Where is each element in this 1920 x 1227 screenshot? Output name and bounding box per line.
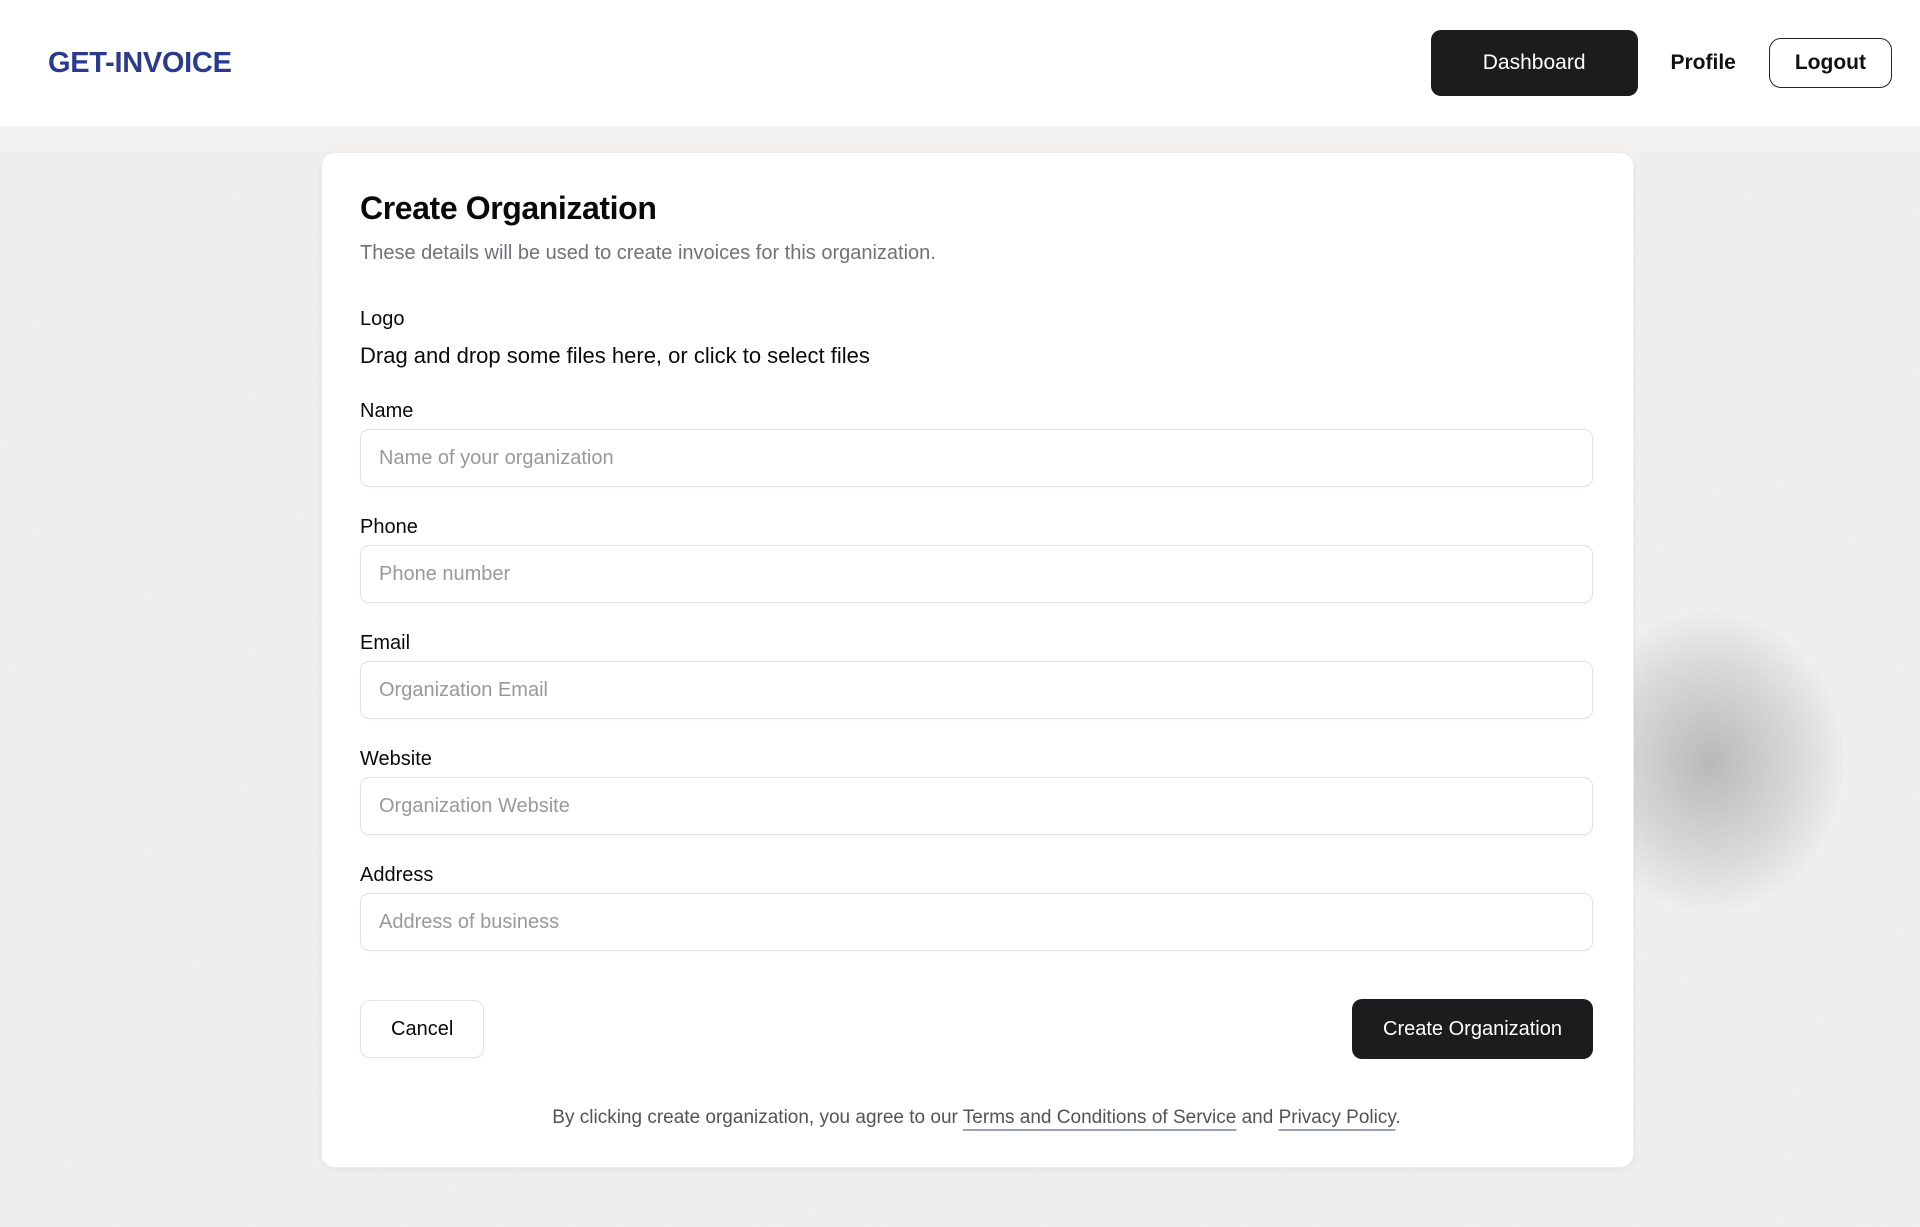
terms-and-conditions-link[interactable]: Terms and Conditions of Service: [963, 1107, 1237, 1128]
cancel-button[interactable]: Cancel: [360, 1000, 484, 1058]
email-field-group: Email: [360, 631, 1593, 719]
email-input[interactable]: [360, 661, 1593, 719]
logo-upload-group: Logo Drag and drop some files here, or c…: [360, 307, 1593, 371]
privacy-policy-link[interactable]: Privacy Policy: [1279, 1107, 1396, 1128]
name-label: Name: [360, 399, 1593, 423]
create-organization-button[interactable]: Create Organization: [1352, 999, 1593, 1059]
app-header: GET-INVOICE Dashboard Profile Logout: [0, 0, 1920, 126]
terms-note-suffix: .: [1395, 1107, 1400, 1128]
file-dropzone[interactable]: Drag and drop some files here, or click …: [360, 341, 1593, 371]
phone-field-group: Phone: [360, 515, 1593, 603]
terms-note-middle: and: [1236, 1107, 1278, 1128]
email-label: Email: [360, 631, 1593, 655]
website-input[interactable]: [360, 777, 1593, 835]
nav-logout-button[interactable]: Logout: [1769, 38, 1892, 88]
website-label: Website: [360, 747, 1593, 771]
brand-logo[interactable]: GET-INVOICE: [48, 47, 232, 80]
address-field-group: Address: [360, 863, 1593, 951]
terms-note-prefix: By clicking create organization, you agr…: [552, 1107, 963, 1128]
page-body: Create Organization These details will b…: [0, 152, 1920, 1227]
address-label: Address: [360, 863, 1593, 887]
name-field-group: Name: [360, 399, 1593, 487]
form-subtitle: These details will be used to create inv…: [360, 239, 1593, 267]
nav-dashboard-button[interactable]: Dashboard: [1431, 30, 1638, 96]
name-input[interactable]: [360, 429, 1593, 487]
address-input[interactable]: [360, 893, 1593, 951]
page-title: Create Organization: [360, 189, 1593, 227]
phone-input[interactable]: [360, 545, 1593, 603]
create-organization-card: Create Organization These details will b…: [321, 152, 1634, 1168]
main-nav: Dashboard Profile Logout: [1431, 30, 1892, 96]
nav-profile-link[interactable]: Profile: [1671, 51, 1736, 75]
logo-label: Logo: [360, 307, 1593, 331]
form-actions: Cancel Create Organization: [360, 999, 1593, 1059]
website-field-group: Website: [360, 747, 1593, 835]
terms-note: By clicking create organization, you agr…: [360, 1105, 1593, 1131]
phone-label: Phone: [360, 515, 1593, 539]
